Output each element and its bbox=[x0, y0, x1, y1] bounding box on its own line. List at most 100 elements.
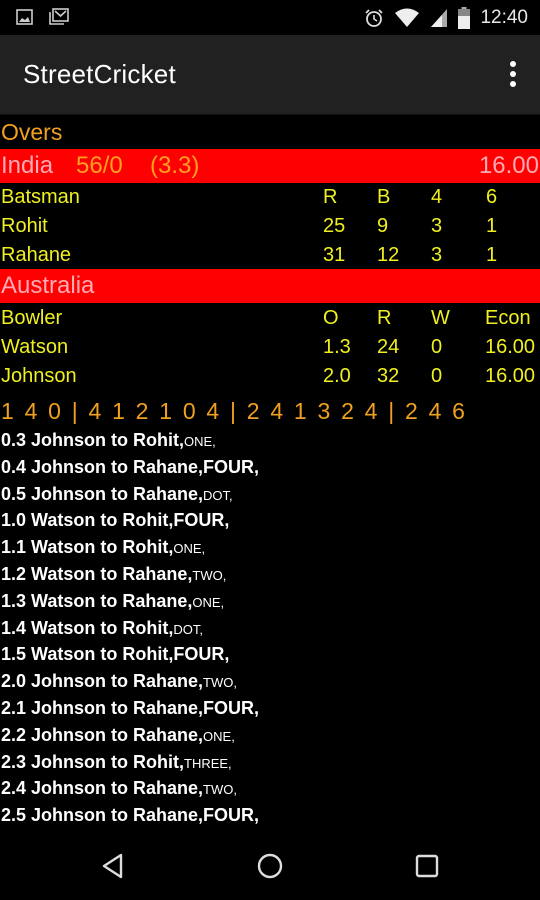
gmail-notification-icon bbox=[49, 8, 69, 25]
batting-team-run-rate: 16.00 bbox=[478, 152, 539, 179]
home-icon bbox=[257, 853, 283, 879]
image-notification-icon bbox=[16, 9, 33, 25]
commentary-item: 1.2 Watson to Rahane,TWO, bbox=[1, 561, 540, 588]
batsman-row: Rohit 25 9 3 1 bbox=[0, 212, 540, 241]
header-economy: Econ bbox=[485, 307, 531, 329]
commentary-delivery: 1.0 Watson to Rohit, bbox=[1, 510, 174, 531]
commentary-result: TWO, bbox=[203, 675, 237, 691]
batsman-balls: 9 bbox=[377, 215, 389, 237]
commentary-item: 2.3 Johnson to Rohit,THREE, bbox=[1, 749, 540, 776]
batting-team-bar: India 56/0 (3.3) 16.00 bbox=[0, 149, 540, 183]
bowler-economy: 16.00 bbox=[485, 336, 536, 358]
overflow-dot bbox=[510, 71, 516, 77]
commentary-item: 1.0 Watson to Rohit,FOUR, bbox=[1, 507, 540, 534]
batting-team-score: 56/0 bbox=[76, 152, 123, 179]
bowler-overs: 1.3 bbox=[323, 336, 351, 358]
ball-by-ball-strip: 1 4 0 | 4 1 2 1 0 4 | 2 4 1 3 2 4 | 2 4 … bbox=[1, 398, 468, 424]
commentary-delivery: 1.5 Watson to Rohit, bbox=[1, 644, 174, 665]
commentary-result: ONE, bbox=[173, 541, 206, 557]
bowler-name: Watson bbox=[1, 336, 69, 358]
status-bar: 12:40 bbox=[0, 0, 540, 35]
batsman-name: Rahane bbox=[1, 244, 72, 266]
commentary-result: FOUR, bbox=[203, 456, 260, 477]
header-batsman: Batsman bbox=[1, 186, 80, 208]
header-overs: O bbox=[323, 307, 339, 329]
batsman-runs: 31 bbox=[323, 244, 346, 266]
batting-team-overs: (3.3) bbox=[150, 152, 200, 179]
commentary-delivery: 2.1 Johnson to Rahane, bbox=[1, 697, 204, 718]
batsman-row: Rahane 31 12 3 1 bbox=[0, 241, 540, 270]
commentary-item: 2.4 Johnson to Rahane,TWO, bbox=[1, 775, 540, 802]
bowler-row: Watson 1.3 24 0 16.00 bbox=[0, 333, 540, 362]
commentary-item: 1.1 Watson to Rohit,ONE, bbox=[1, 534, 540, 561]
commentary-result: DOT, bbox=[203, 487, 233, 503]
bowler-name: Johnson bbox=[1, 365, 77, 387]
header-sixes: 6 bbox=[486, 186, 498, 208]
bowler-wickets: 0 bbox=[431, 365, 443, 387]
bowler-overs: 2.0 bbox=[323, 365, 351, 387]
commentary-result: THREE, bbox=[184, 755, 232, 771]
bowler-wickets: 0 bbox=[431, 336, 443, 358]
app-bar: StreetCricket bbox=[0, 35, 540, 115]
bowling-header-row: Bowler O R W Econ bbox=[0, 304, 540, 333]
commentary-result: TWO, bbox=[203, 782, 237, 798]
header-runs: R bbox=[323, 186, 338, 208]
bowler-row: Johnson 2.0 32 0 16.00 bbox=[0, 362, 540, 391]
wifi-icon bbox=[395, 8, 420, 27]
commentary-result: FOUR, bbox=[203, 805, 260, 826]
batsman-balls: 12 bbox=[377, 244, 400, 266]
header-runs-conceded: R bbox=[377, 307, 392, 329]
commentary-result: ONE, bbox=[184, 434, 216, 449]
commentary-delivery: 1.4 Watson to Rohit, bbox=[1, 617, 174, 638]
batsman-sixes: 1 bbox=[486, 244, 498, 266]
alarm-icon bbox=[365, 8, 384, 27]
commentary-result: ONE, bbox=[203, 728, 235, 744]
commentary-delivery: 2.2 Johnson to Rahane, bbox=[1, 724, 204, 745]
app-title: StreetCricket bbox=[23, 59, 176, 89]
commentary-result: ONE, bbox=[192, 594, 225, 610]
bowling-team-bar: Australia bbox=[0, 269, 540, 303]
batsman-fours: 3 bbox=[431, 244, 443, 266]
commentary-item: 0.5 Johnson to Rahane,DOT, bbox=[1, 481, 540, 508]
recent-apps-button[interactable] bbox=[407, 851, 447, 881]
commentary-result: FOUR, bbox=[203, 697, 260, 718]
back-button[interactable] bbox=[93, 851, 133, 881]
commentary-delivery: 0.5 Johnson to Rahane, bbox=[1, 483, 204, 504]
batsman-fours: 3 bbox=[431, 215, 443, 237]
cell-signal-icon bbox=[431, 8, 448, 27]
commentary-list[interactable]: 0.3 Johnson to Rohit,ONE, 0.4 Johnson to … bbox=[1, 427, 540, 829]
navigation-bar bbox=[0, 833, 540, 900]
commentary-delivery: 0.3 Johnson to Rohit, bbox=[1, 430, 184, 450]
overflow-dot bbox=[510, 81, 516, 87]
commentary-item: 2.2 Johnson to Rahane,ONE, bbox=[1, 722, 540, 749]
batsman-name: Rohit bbox=[1, 215, 48, 237]
commentary-delivery: 2.4 Johnson to Rahane, bbox=[1, 778, 204, 799]
battery-icon bbox=[458, 6, 471, 29]
batting-header-row: Batsman R B 4 6 bbox=[0, 183, 540, 212]
bowling-team-name: Australia bbox=[1, 272, 95, 299]
batting-team-name: India bbox=[1, 152, 54, 179]
commentary-item: 0.3 Johnson to Rohit,ONE, bbox=[1, 427, 540, 454]
commentary-item: 1.5 Watson to Rohit,FOUR, bbox=[1, 641, 540, 668]
commentary-delivery: 2.3 Johnson to Rohit, bbox=[1, 751, 184, 772]
commentary-item: 0.4 Johnson to Rahane,FOUR, bbox=[1, 454, 540, 481]
overflow-menu-icon bbox=[510, 61, 516, 67]
commentary-delivery: 1.1 Watson to Rohit, bbox=[1, 537, 174, 558]
commentary-result: FOUR, bbox=[173, 644, 230, 665]
commentary-item: 1.4 Watson to Rohit,DOT, bbox=[1, 615, 540, 642]
header-fours: 4 bbox=[431, 186, 443, 208]
commentary-delivery: 1.3 Watson to Rahane, bbox=[1, 590, 193, 611]
status-time: 12:40 bbox=[480, 7, 528, 28]
header-balls: B bbox=[377, 186, 391, 208]
commentary-delivery: 2.5 Johnson to Rahane, bbox=[1, 805, 204, 826]
overflow-menu-button[interactable] bbox=[506, 61, 520, 89]
commentary-item: 2.0 Johnson to Rahane,TWO, bbox=[1, 668, 540, 695]
commentary-delivery: 0.4 Johnson to Rahane, bbox=[1, 456, 204, 477]
commentary-result: FOUR, bbox=[173, 510, 230, 531]
back-icon bbox=[102, 853, 123, 879]
batsman-sixes: 1 bbox=[486, 215, 498, 237]
bowler-runs: 32 bbox=[377, 365, 400, 387]
home-button[interactable] bbox=[250, 851, 290, 881]
scorecard-content[interactable]: Overs India 56/0 (3.3) 16.00 Batsman R B… bbox=[0, 115, 540, 833]
commentary-item: 2.1 Johnson to Rahane,FOUR, bbox=[1, 695, 540, 722]
